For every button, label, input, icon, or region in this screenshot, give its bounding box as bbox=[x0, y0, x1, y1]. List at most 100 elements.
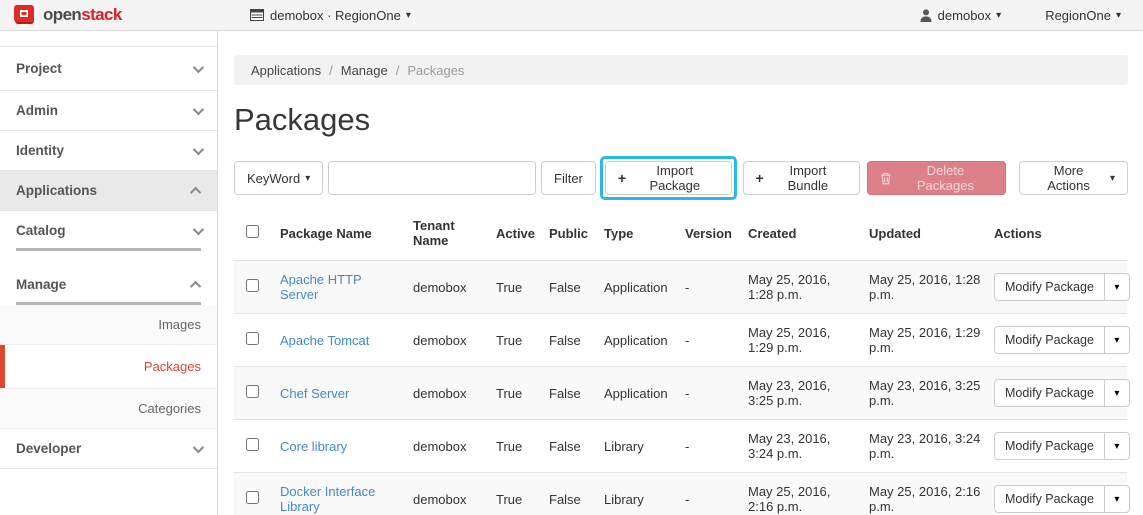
row-checkbox[interactable] bbox=[246, 438, 259, 451]
search-input[interactable] bbox=[328, 161, 536, 195]
chevron-down-icon: ▾ bbox=[406, 10, 411, 21]
cell-created: May 23, 2016, 3:25 p.m. bbox=[748, 367, 869, 420]
package-link[interactable]: Apache HTTP Server bbox=[280, 272, 361, 302]
table-row: Chef ServerdemoboxTrueFalseApplication-M… bbox=[234, 367, 1127, 420]
cell-active: True bbox=[496, 473, 549, 515]
cell-updated: May 25, 2016, 2:16 p.m. bbox=[869, 473, 994, 515]
cell-tenant: demobox bbox=[413, 420, 496, 473]
cell-select bbox=[234, 261, 280, 314]
region-menu[interactable]: RegionOne ▾ bbox=[1045, 8, 1121, 23]
cell-created: May 25, 2016, 1:28 p.m. bbox=[748, 261, 869, 314]
user-menu[interactable]: demobox ▾ bbox=[920, 8, 1002, 23]
modify-package-button[interactable]: Modify Package bbox=[994, 379, 1105, 407]
sidebar-item-admin[interactable]: Admin bbox=[0, 91, 217, 131]
cell-type: Library bbox=[604, 420, 685, 473]
sidebar-item-identity[interactable]: Identity bbox=[0, 131, 217, 171]
trash-icon bbox=[880, 172, 892, 185]
chevron-down-icon: ▾ bbox=[305, 173, 310, 184]
breadcrumb-manage[interactable]: Manage bbox=[341, 63, 388, 78]
cell-select bbox=[234, 367, 280, 420]
select-all-checkbox[interactable] bbox=[246, 225, 259, 238]
cell-type: Application bbox=[604, 314, 685, 367]
modify-package-button[interactable]: Modify Package bbox=[994, 485, 1105, 513]
sidebar-item-packages[interactable]: Packages bbox=[0, 345, 217, 389]
cell-tenant: demobox bbox=[413, 261, 496, 314]
row-checkbox[interactable] bbox=[246, 332, 259, 345]
keyword-dropdown[interactable]: KeyWord ▾ bbox=[234, 161, 323, 195]
row-checkbox[interactable] bbox=[246, 491, 259, 504]
cell-active: True bbox=[496, 261, 549, 314]
chevron-down-icon bbox=[193, 61, 204, 72]
row-action-caret-button[interactable]: ▾ bbox=[1104, 326, 1130, 354]
package-link[interactable]: Core library bbox=[280, 439, 347, 454]
filter-button[interactable]: Filter bbox=[541, 161, 596, 195]
package-link[interactable]: Chef Server bbox=[280, 386, 349, 401]
more-actions-dropdown[interactable]: More Actions ▾ bbox=[1019, 161, 1128, 195]
package-link[interactable]: Apache Tomcat bbox=[280, 333, 369, 348]
cell-updated: May 23, 2016, 3:24 p.m. bbox=[869, 420, 994, 473]
cell-type: Application bbox=[604, 261, 685, 314]
import-bundle-button[interactable]: + Import Bundle bbox=[743, 161, 861, 195]
modify-package-button[interactable]: Modify Package bbox=[994, 273, 1105, 301]
plus-icon: + bbox=[618, 170, 626, 186]
cell-actions: Modify Package▾ bbox=[994, 314, 1127, 367]
cell-package-name: Apache Tomcat bbox=[280, 314, 413, 367]
sidebar-item-catalog[interactable]: Catalog bbox=[0, 211, 217, 251]
sidebar-gap bbox=[0, 251, 217, 265]
chevron-up-icon bbox=[190, 280, 201, 291]
table-toolbar: KeyWord ▾ Filter + Import Package + Impo… bbox=[234, 156, 1128, 200]
cell-public: False bbox=[549, 473, 604, 515]
delete-packages-button[interactable]: Delete Packages bbox=[867, 161, 1006, 195]
row-action-split-button: Modify Package▾ bbox=[994, 485, 1130, 513]
modify-package-button[interactable]: Modify Package bbox=[994, 432, 1105, 460]
cell-public: False bbox=[549, 367, 604, 420]
page-title: Packages bbox=[234, 101, 1128, 139]
chevron-down-icon bbox=[193, 103, 204, 114]
modify-package-button[interactable]: Modify Package bbox=[994, 326, 1105, 354]
cell-type: Library bbox=[604, 473, 685, 515]
cell-active: True bbox=[496, 367, 549, 420]
sidebar-top-stub bbox=[0, 31, 217, 47]
cell-select bbox=[234, 420, 280, 473]
cell-select bbox=[234, 473, 280, 515]
window-list-icon bbox=[250, 9, 264, 21]
import-package-button[interactable]: + Import Package bbox=[605, 161, 732, 195]
sidebar-item-manage[interactable]: Manage bbox=[0, 265, 217, 305]
row-action-split-button: Modify Package▾ bbox=[994, 273, 1130, 301]
sidebar-item-project[interactable]: Project bbox=[0, 47, 217, 91]
row-action-split-button: Modify Package▾ bbox=[994, 326, 1130, 354]
column-actions: Actions bbox=[994, 206, 1127, 261]
cell-tenant: demobox bbox=[413, 473, 496, 515]
chevron-down-icon: ▾ bbox=[1110, 173, 1115, 184]
user-menu-label: demobox bbox=[938, 8, 991, 23]
cell-version: - bbox=[685, 314, 748, 367]
row-action-caret-button[interactable]: ▾ bbox=[1104, 432, 1130, 460]
sidebar-nav: Project Admin Identity Applications Cata… bbox=[0, 31, 218, 515]
sidebar-item-developer[interactable]: Developer bbox=[0, 429, 217, 469]
context-label: demobox · RegionOne bbox=[270, 8, 401, 23]
row-action-caret-button[interactable]: ▾ bbox=[1104, 273, 1130, 301]
region-menu-label: RegionOne bbox=[1045, 8, 1111, 23]
cell-version: - bbox=[685, 261, 748, 314]
package-link[interactable]: Docker Interface Library bbox=[280, 484, 375, 514]
row-action-caret-button[interactable]: ▾ bbox=[1104, 485, 1130, 513]
import-package-highlight: + Import Package bbox=[600, 156, 737, 200]
main-content: Applications / Manage / Packages Package… bbox=[218, 31, 1143, 515]
cell-tenant: demobox bbox=[413, 367, 496, 420]
row-checkbox[interactable] bbox=[246, 279, 259, 292]
breadcrumb-separator: / bbox=[329, 63, 333, 78]
project-region-switcher[interactable]: demobox · RegionOne ▾ bbox=[250, 8, 411, 23]
openstack-logo[interactable]: openstack bbox=[0, 5, 218, 25]
cell-updated: May 25, 2016, 1:29 p.m. bbox=[869, 314, 994, 367]
cell-select bbox=[234, 314, 280, 367]
sidebar-item-applications[interactable]: Applications bbox=[0, 171, 217, 211]
cell-version: - bbox=[685, 473, 748, 515]
breadcrumb-applications[interactable]: Applications bbox=[251, 63, 321, 78]
chevron-down-icon: ▾ bbox=[1116, 10, 1121, 21]
breadcrumb-packages: Packages bbox=[407, 63, 464, 78]
row-checkbox[interactable] bbox=[246, 385, 259, 398]
cell-public: False bbox=[549, 261, 604, 314]
row-action-caret-button[interactable]: ▾ bbox=[1104, 379, 1130, 407]
sidebar-item-images[interactable]: Images bbox=[0, 305, 217, 345]
sidebar-item-categories[interactable]: Categories bbox=[0, 389, 217, 429]
